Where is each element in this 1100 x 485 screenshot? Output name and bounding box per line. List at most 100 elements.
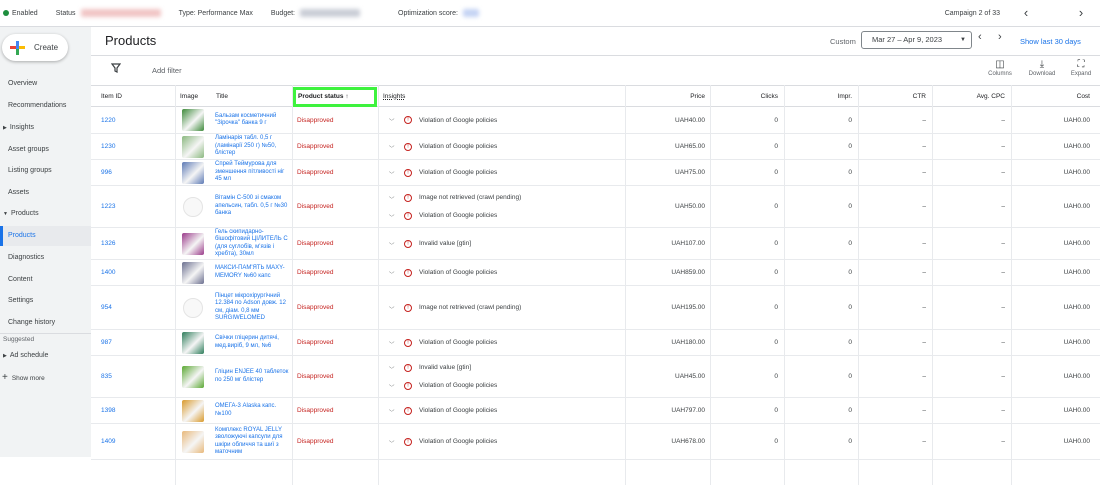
insight-item[interactable]: ⌵! Violation of Google policies	[389, 142, 497, 151]
chevron-down-icon[interactable]: ⌵	[389, 195, 398, 201]
table-row[interactable]: 1223 Вітамін С-500 зі смаком апельсин, та…	[91, 186, 1100, 228]
product-title-link[interactable]: Свічки гліцерин дитячі, мед.виріб, 9 мл,…	[215, 330, 290, 355]
header-image[interactable]: Image	[180, 86, 198, 107]
sidebar-item-ad-schedule[interactable]: ▶ Ad schedule	[0, 347, 91, 365]
header-insights[interactable]: Insights	[383, 86, 405, 107]
product-title-link[interactable]: Бальзам косметичний "Зірочка" банка 9 г	[215, 107, 290, 133]
sidebar-item-content[interactable]: Content	[0, 270, 91, 290]
insight-item[interactable]: ⌵! Violation of Google policies	[389, 381, 497, 390]
table-row[interactable]: 1409 Комплекс ROYAL JELLY зволожуючі капс…	[91, 424, 1100, 460]
item-id-link[interactable]: 1220	[101, 107, 115, 133]
table-row[interactable]: 987 Свічки гліцерин дитячі, мед.виріб, 9 …	[91, 330, 1100, 356]
date-range-picker[interactable]: Mar 27 – Apr 9, 2023 ▼	[861, 31, 972, 49]
chevron-down-icon[interactable]: ⌵	[389, 170, 398, 176]
next-campaign-icon[interactable]: ›	[1073, 5, 1089, 20]
insight-item[interactable]: ⌵! Violation of Google policies	[389, 406, 497, 415]
show-more-button[interactable]: + Show more	[0, 369, 91, 387]
columns-button[interactable]: ◫ Columns	[984, 59, 1016, 77]
product-title-link[interactable]: Комплекс ROYAL JELLY зволожуючі капсули …	[215, 424, 290, 459]
header-ctr[interactable]: CTR	[913, 86, 926, 107]
insight-item[interactable]: ⌵! Image not retrieved (crawl pending)	[389, 193, 521, 202]
insights-cell: ⌵! Violation of Google policies	[389, 107, 497, 133]
header-cost[interactable]: Cost	[1077, 86, 1090, 107]
chevron-down-icon[interactable]: ⌵	[389, 241, 398, 247]
table-row[interactable]: 835 Гліцин ENJEE 40 таблеток по 250 мг бл…	[91, 356, 1100, 398]
sidebar-item-insights[interactable]: ▶ Insights	[0, 118, 91, 138]
item-id-link[interactable]: 1398	[101, 398, 115, 423]
product-title-link[interactable]: Гель скипидарно-бішофітовий ЦІЛИТЕЛЬ С (…	[215, 228, 290, 259]
insight-item[interactable]: ⌵! Image not retrieved (crawl pending)	[389, 303, 521, 312]
product-title-link[interactable]: Спрей Теймурова для зменшення пітливості…	[215, 160, 290, 185]
insight-item[interactable]: ⌵! Invalid value [gtin]	[389, 363, 471, 372]
header-title[interactable]: Title	[216, 86, 228, 107]
product-title-link[interactable]: Гліцин ENJEE 40 таблеток по 250 мг бліст…	[215, 356, 290, 397]
sidebar-item-recommendations[interactable]: Recommendations	[0, 96, 91, 116]
chevron-down-icon[interactable]: ⌵	[389, 270, 398, 276]
product-title-link[interactable]: Пінцет мікрохірургічний 12.384 по Adson …	[215, 286, 290, 329]
product-title-link[interactable]: Вітамін С-500 зі смаком апельсин, табл. …	[215, 186, 290, 227]
add-filter-button[interactable]: Add filter	[152, 66, 182, 75]
table-row[interactable]: 1398 ОМЕГА-3 Alaska капс.№100 Disapproved ⌵…	[91, 398, 1100, 424]
item-id-link[interactable]: 954	[101, 286, 112, 329]
chevron-down-icon[interactable]: ⌵	[389, 305, 398, 311]
header-item-id[interactable]: Item ID	[101, 86, 122, 107]
insight-item[interactable]: ⌵! Violation of Google policies	[389, 116, 497, 124]
header-impr[interactable]: Impr.	[838, 86, 852, 107]
ctr-value: –	[922, 304, 926, 311]
expand-button[interactable]: ⛶ Expand	[1065, 59, 1097, 77]
insight-item[interactable]: ⌵! Violation of Google policies	[389, 268, 497, 277]
sidebar-item-change-history[interactable]: Change history	[0, 313, 91, 333]
insight-item[interactable]: ⌵! Violation of Google policies	[389, 211, 497, 220]
download-button[interactable]: ⤓ Download	[1026, 59, 1058, 77]
header-clicks[interactable]: Clicks	[761, 86, 778, 107]
insight-item[interactable]: ⌵! Violation of Google policies	[389, 168, 497, 177]
enabled-status[interactable]: Enabled	[3, 10, 38, 17]
chevron-down-icon[interactable]: ⌵	[389, 213, 398, 219]
insight-item[interactable]: ⌵! Violation of Google policies	[389, 338, 497, 347]
sidebar-item-products[interactable]: Products	[0, 226, 91, 246]
product-title-link[interactable]: Ламінарія табл. 0,5 г (ламінарії 250 г) …	[215, 134, 290, 159]
insights-cell: ⌵! Invalid value [gtin] ⌵! Violation of Goo…	[389, 356, 497, 397]
item-id-link[interactable]: 1400	[101, 260, 115, 285]
previous-period-icon[interactable]: ‹	[978, 31, 982, 43]
sidebar-item-asset-groups[interactable]: Asset groups	[0, 140, 91, 160]
sidebar-item-assets[interactable]: Assets	[0, 183, 91, 203]
next-period-icon[interactable]: ›	[998, 31, 1002, 43]
sidebar-item-diagnostics[interactable]: Diagnostics	[0, 248, 91, 268]
sidebar-item-overview[interactable]: Overview	[0, 74, 91, 94]
chevron-down-icon[interactable]: ⌵	[389, 117, 398, 123]
chevron-down-icon[interactable]: ⌵	[389, 383, 398, 389]
item-id-link[interactable]: 1230	[101, 134, 115, 159]
create-button[interactable]: Create	[2, 34, 68, 61]
product-title-link[interactable]: ОМЕГА-3 Alaska капс.№100	[215, 398, 290, 423]
item-id-link[interactable]: 996	[101, 160, 112, 185]
table-row[interactable]: 1220 Бальзам косметичний "Зірочка" банка …	[91, 107, 1100, 134]
table-row[interactable]: 1230 Ламінарія табл. 0,5 г (ламінарії 250…	[91, 134, 1100, 160]
sidebar-item-products-group[interactable]: ▼ Products	[0, 204, 91, 224]
item-id-link[interactable]: 835	[101, 356, 112, 397]
header-price[interactable]: Price	[690, 86, 705, 107]
product-thumbnail	[182, 135, 204, 158]
sidebar-item-listing-groups[interactable]: Listing groups	[0, 161, 91, 181]
chevron-down-icon[interactable]: ⌵	[389, 408, 398, 414]
item-id-link[interactable]: 1223	[101, 186, 115, 227]
chevron-down-icon[interactable]: ⌵	[389, 365, 398, 371]
item-id-link[interactable]: 1409	[101, 424, 115, 459]
insight-item[interactable]: ⌵! Violation of Google policies	[389, 437, 497, 446]
table-row[interactable]: 1326 Гель скипидарно-бішофітовий ЦІЛИТЕЛЬ…	[91, 228, 1100, 260]
chevron-down-icon[interactable]: ⌵	[389, 144, 398, 150]
product-title-link[interactable]: МАКСИ-ПАМ'ЯТЬ MAXY-MEMORY №60 капс	[215, 260, 290, 285]
previous-campaign-icon[interactable]: ‹	[1018, 5, 1034, 20]
chevron-down-icon[interactable]: ⌵	[389, 439, 398, 445]
item-id-link[interactable]: 1326	[101, 228, 115, 259]
filter-icon[interactable]	[110, 63, 122, 76]
table-row[interactable]: 954 Пінцет мікрохірургічний 12.384 по Ads…	[91, 286, 1100, 330]
sidebar-item-settings[interactable]: Settings	[0, 291, 91, 311]
show-last-30-days-link[interactable]: Show last 30 days	[1020, 37, 1081, 46]
insight-item[interactable]: ⌵! Invalid value [gtin]	[389, 239, 471, 248]
table-row[interactable]: 1400 МАКСИ-ПАМ'ЯТЬ MAXY-MEMORY №60 капс Di…	[91, 260, 1100, 286]
header-avg-cpc[interactable]: Avg. CPC	[977, 86, 1005, 107]
table-row[interactable]: 996 Спрей Теймурова для зменшення пітливо…	[91, 160, 1100, 186]
item-id-link[interactable]: 987	[101, 330, 112, 355]
chevron-down-icon[interactable]: ⌵	[389, 340, 398, 346]
